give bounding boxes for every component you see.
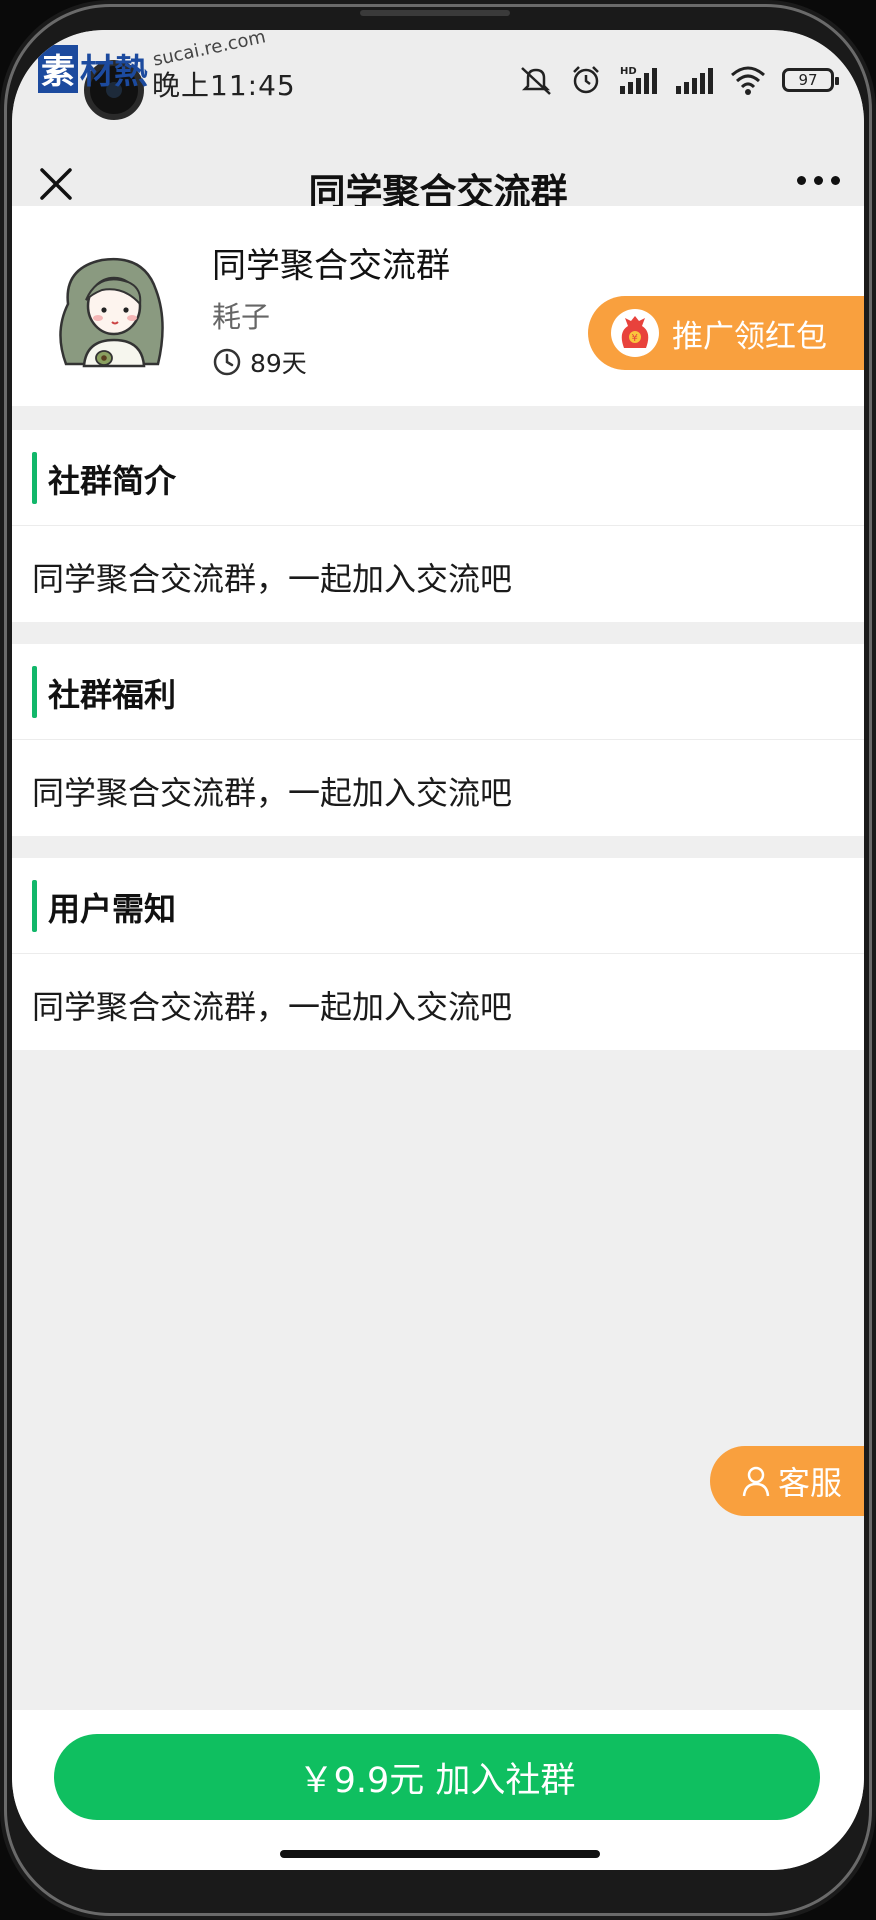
section-text: 同学聚合交流群，一起加入交流吧 xyxy=(32,560,513,598)
watermark-badge: 素 xyxy=(38,44,78,93)
promo-button[interactable]: ¥ 推广领红包 xyxy=(588,296,864,370)
customer-service-button[interactable]: 客服 xyxy=(710,1446,864,1516)
section-header: 社群简介 xyxy=(12,430,864,526)
user-icon xyxy=(742,1466,770,1497)
speaker-grille xyxy=(360,10,510,16)
more-icon[interactable] xyxy=(797,176,840,185)
red-packet-icon: ¥ xyxy=(611,309,659,357)
join-button[interactable]: ￥9.9元 加入社群 xyxy=(54,1734,820,1820)
group-owner: 耗子 xyxy=(212,300,271,334)
section-accent-bar xyxy=(32,666,37,718)
section-notice: 用户需知 同学聚合交流群，一起加入交流吧 xyxy=(12,858,864,1050)
section-header: 社群福利 xyxy=(12,644,864,740)
group-days: 89天 xyxy=(212,344,307,380)
mute-icon xyxy=(521,67,551,95)
group-header: 同学聚合交流群 耗子 89天 ¥ 推广领红包 xyxy=(12,206,864,406)
group-name: 同学聚合交流群 xyxy=(212,246,450,286)
section-header: 用户需知 xyxy=(12,858,864,954)
more-dot xyxy=(797,176,806,185)
section-accent-bar xyxy=(32,452,37,504)
alarm-icon xyxy=(573,66,599,94)
section-body: 同学聚合交流群，一起加入交流吧 xyxy=(12,740,864,836)
section-title: 社群福利 xyxy=(48,676,177,714)
status-icons: HD 97 xyxy=(518,64,839,96)
phone-frame: 素 材熱 sucai.re.com 晚上11:45 HD 97 同学聚合交流群 … xyxy=(0,0,876,1920)
svg-text:HD: HD xyxy=(620,66,637,77)
signal-hd-icon: HD xyxy=(620,66,657,94)
battery-indicator: 97 xyxy=(782,68,839,92)
status-bar: 素 材熱 sucai.re.com 晚上11:45 HD 97 xyxy=(12,30,864,124)
status-time: 晚上11:45 xyxy=(152,69,296,102)
watermark-text: 材熱 xyxy=(80,52,148,92)
section-body: 同学聚合交流群，一起加入交流吧 xyxy=(12,954,864,1050)
section-title: 用户需知 xyxy=(48,890,177,928)
home-indicator[interactable] xyxy=(280,1850,600,1858)
section-text: 同学聚合交流群，一起加入交流吧 xyxy=(32,774,513,812)
section-benefits: 社群福利 同学聚合交流群，一起加入交流吧 xyxy=(12,644,864,836)
screen: 素 材熱 sucai.re.com 晚上11:45 HD 97 同学聚合交流群 … xyxy=(12,30,864,1870)
service-label: 客服 xyxy=(778,1464,843,1502)
section-text: 同学聚合交流群，一起加入交流吧 xyxy=(32,988,513,1026)
section-title: 社群简介 xyxy=(48,462,177,500)
promo-label: 推广领红包 xyxy=(672,318,827,355)
days-label: 89天 xyxy=(250,349,307,378)
section-intro: 社群简介 同学聚合交流群，一起加入交流吧 xyxy=(12,430,864,622)
section-accent-bar xyxy=(32,880,37,932)
more-dot xyxy=(831,176,840,185)
signal-icon xyxy=(676,68,713,94)
svg-text:¥: ¥ xyxy=(632,333,638,344)
clock-icon xyxy=(213,348,241,376)
avatar[interactable] xyxy=(46,242,182,378)
section-body: 同学聚合交流群，一起加入交流吧 xyxy=(12,526,864,622)
wifi-icon xyxy=(731,66,765,95)
bottom-bar: ￥9.9元 加入社群 xyxy=(12,1710,864,1870)
more-dot xyxy=(814,176,823,185)
watermark: 素 材熱 xyxy=(38,44,148,93)
